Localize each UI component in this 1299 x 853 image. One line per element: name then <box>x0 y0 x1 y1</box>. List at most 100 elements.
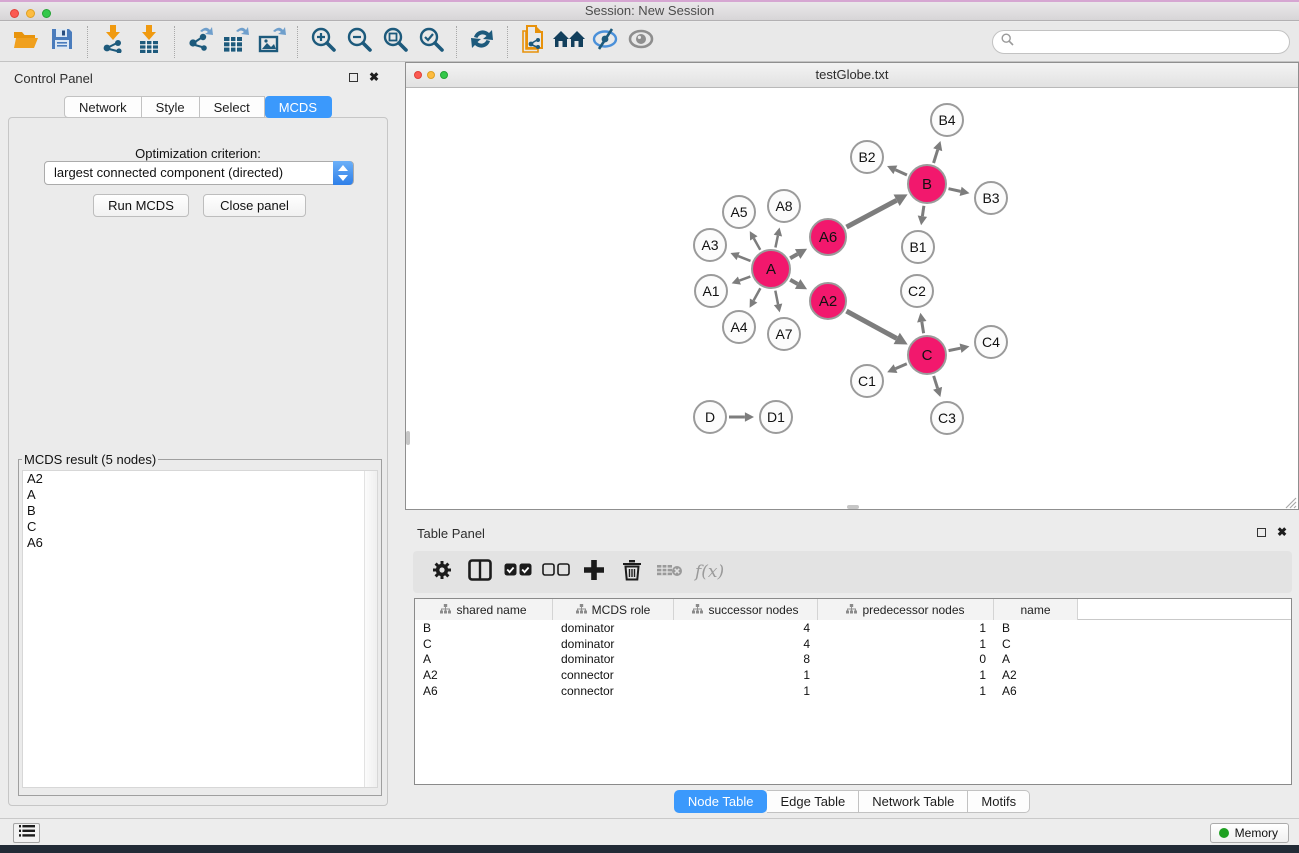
close-window-button[interactable] <box>10 9 19 18</box>
minimize-window-button[interactable] <box>26 9 35 18</box>
graph-node-c3[interactable]: C3 <box>930 401 964 435</box>
table-cell[interactable]: dominator <box>553 621 674 635</box>
table-row[interactable]: Cdominator41C <box>415 636 1291 652</box>
table-cell[interactable]: 1 <box>674 668 818 682</box>
table-cell[interactable]: C <box>994 637 1078 651</box>
result-scrollbar[interactable] <box>364 471 377 787</box>
import-table-button[interactable] <box>131 25 167 59</box>
open-session-button[interactable] <box>8 25 44 59</box>
table-row[interactable]: A2connector11A2 <box>415 667 1291 683</box>
deselect-all-columns-button[interactable] <box>537 555 575 589</box>
tab-select[interactable]: Select <box>200 96 265 118</box>
tab-network-table[interactable]: Network Table <box>859 790 968 813</box>
table-cell[interactable]: A6 <box>415 684 553 698</box>
table-row[interactable]: Bdominator41B <box>415 620 1291 636</box>
graph-node-b1[interactable]: B1 <box>901 230 935 264</box>
graph-node-c1[interactable]: C1 <box>850 364 884 398</box>
graph-node-a[interactable]: A <box>751 249 791 289</box>
zoom-window-button[interactable] <box>42 9 51 18</box>
graph-node-a3[interactable]: A3 <box>693 228 727 262</box>
graph-node-a1[interactable]: A1 <box>694 274 728 308</box>
close-table-panel-icon[interactable]: ✖ <box>1277 527 1287 537</box>
select-all-columns-button[interactable] <box>499 555 537 589</box>
close-panel-button[interactable]: Close panel <box>203 194 306 217</box>
graph-node-d1[interactable]: D1 <box>759 400 793 434</box>
memory-button[interactable]: Memory <box>1210 823 1289 843</box>
mcds-result-list[interactable]: A2ABCA6 <box>22 470 378 788</box>
table-cell[interactable]: 4 <box>674 637 818 651</box>
graph-node-c[interactable]: C <box>907 335 947 375</box>
import-network-button[interactable] <box>95 25 131 59</box>
graph-node-a7[interactable]: A7 <box>767 317 801 351</box>
table-cell[interactable]: A6 <box>994 684 1078 698</box>
table-cell[interactable]: A <box>415 652 553 666</box>
zoom-in-button[interactable] <box>305 25 341 59</box>
tab-network[interactable]: Network <box>64 96 142 118</box>
table-cell[interactable]: 1 <box>818 621 994 635</box>
delete-table-button[interactable] <box>651 555 689 589</box>
column-header-MCDS-role[interactable]: MCDS role <box>553 599 674 620</box>
column-header-predecessor-nodes[interactable]: predecessor nodes <box>818 599 994 620</box>
clone-network-button[interactable] <box>515 25 551 59</box>
graph-node-b3[interactable]: B3 <box>974 181 1008 215</box>
save-session-button[interactable] <box>44 25 80 59</box>
show-column-button[interactable] <box>461 555 499 589</box>
horizontal-scroll-thumb[interactable] <box>847 505 859 509</box>
minimize-network-button[interactable] <box>427 71 435 79</box>
show-graphics-detail-button[interactable] <box>623 25 659 59</box>
graph-node-c4[interactable]: C4 <box>974 325 1008 359</box>
optimization-criterion-select[interactable]: largest connected component (directed) <box>44 161 354 185</box>
tab-edge-table[interactable]: Edge Table <box>767 790 859 813</box>
graph-node-c2[interactable]: C2 <box>900 274 934 308</box>
mcds-result-item[interactable]: A6 <box>23 535 377 551</box>
export-table-button[interactable] <box>218 25 254 59</box>
graph-node-a8[interactable]: A8 <box>767 189 801 223</box>
mcds-result-item[interactable]: A <box>23 487 377 503</box>
table-cell[interactable]: 4 <box>674 621 818 635</box>
function-builder-button[interactable]: f(x) <box>695 562 724 582</box>
mcds-result-item[interactable]: B <box>23 503 377 519</box>
table-cell[interactable]: A2 <box>994 668 1078 682</box>
export-network-button[interactable] <box>182 25 218 59</box>
run-mcds-button[interactable]: Run MCDS <box>93 194 189 217</box>
graph-node-b[interactable]: B <box>907 164 947 204</box>
table-cell[interactable]: dominator <box>553 637 674 651</box>
mcds-result-item[interactable]: A2 <box>23 471 377 487</box>
table-cell[interactable]: 1 <box>818 668 994 682</box>
table-cell[interactable]: 1 <box>674 684 818 698</box>
tab-motifs[interactable]: Motifs <box>968 790 1030 813</box>
zoom-out-button[interactable] <box>341 25 377 59</box>
mcds-result-item[interactable]: C <box>23 519 377 535</box>
graph-node-b4[interactable]: B4 <box>930 103 964 137</box>
delete-column-button[interactable] <box>613 555 651 589</box>
search-input[interactable] <box>1019 35 1289 50</box>
vertical-scroll-thumb[interactable] <box>406 431 410 445</box>
close-panel-icon[interactable]: ✖ <box>369 72 379 82</box>
float-table-panel-icon[interactable] <box>1257 528 1266 537</box>
graph-node-a5[interactable]: A5 <box>722 195 756 229</box>
column-header-successor-nodes[interactable]: successor nodes <box>674 599 818 620</box>
close-network-button[interactable] <box>414 71 422 79</box>
table-row[interactable]: A6connector11A6 <box>415 683 1291 699</box>
table-cell[interactable]: 0 <box>818 652 994 666</box>
table-cell[interactable]: 1 <box>818 684 994 698</box>
table-settings-button[interactable] <box>423 555 461 589</box>
zoom-selected-button[interactable] <box>413 25 449 59</box>
task-history-button[interactable] <box>13 823 40 843</box>
table-cell[interactable]: dominator <box>553 652 674 666</box>
resize-grip-icon[interactable] <box>1285 496 1297 508</box>
zoom-fit-button[interactable] <box>377 25 413 59</box>
table-cell[interactable]: A2 <box>415 668 553 682</box>
zoom-network-button[interactable] <box>440 71 448 79</box>
column-header-name[interactable]: name <box>994 599 1078 620</box>
graph-node-a2[interactable]: A2 <box>809 282 847 320</box>
table-cell[interactable]: connector <box>553 684 674 698</box>
table-cell[interactable]: A <box>994 652 1078 666</box>
export-image-button[interactable] <box>254 25 290 59</box>
home-button[interactable] <box>551 25 587 59</box>
tab-mcds[interactable]: MCDS <box>265 96 332 118</box>
graph-node-d[interactable]: D <box>693 400 727 434</box>
tab-node-table[interactable]: Node Table <box>674 790 768 813</box>
node-table[interactable]: shared nameMCDS rolesuccessor nodesprede… <box>414 598 1292 785</box>
table-row[interactable]: Adominator80A <box>415 651 1291 667</box>
